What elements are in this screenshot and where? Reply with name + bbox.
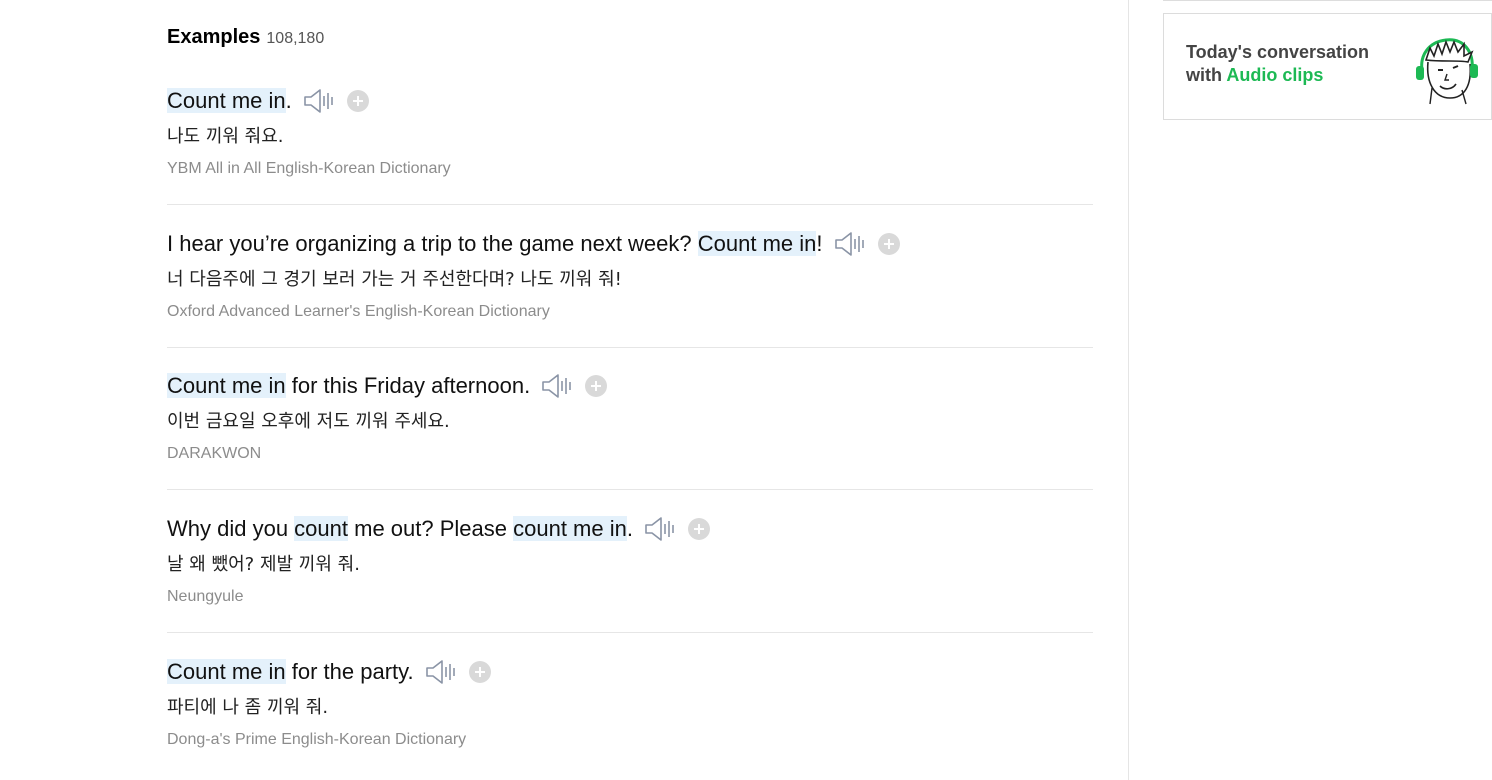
sidebar-top-border [1163,0,1492,1]
examples-count: 108,180 [266,30,325,47]
add-to-wordbook-button[interactable] [346,89,370,113]
example-translation: 날 왜 뺐어? 제발 끼워 줘. [167,554,360,575]
sentence-fragment: . [285,88,292,113]
example-source[interactable]: YBM All in All English-Korean Dictionary [167,158,1093,180]
examples-header: Examples 108,180 [167,26,324,49]
add-to-wordbook-button[interactable] [877,232,901,256]
example-sentence-text: Why did you count me out? Please count m… [167,514,633,544]
example-translation: 파티에 나 좀 끼워 줘. [167,697,329,718]
highlighted-phrase: Count me in [167,88,286,113]
column-divider [1128,0,1129,780]
plus-circle-icon [346,90,369,112]
sentence-fragment: . [626,516,633,541]
highlighted-phrase: Count me in [167,373,286,398]
example-item: Count me in for this Friday afternoon. 이번… [167,371,1093,465]
speaker-icon[interactable] [833,230,867,258]
promo-line2-accent: Audio clips [1226,65,1324,85]
sentence-fragment: for the party. [285,659,414,684]
example-sentence-text: Count me in for the party. [167,657,414,687]
promo-line2-prefix: with [1186,65,1227,85]
sentence-fragment: Why did you [167,516,295,541]
example-item: I hear you’re organizing a trip to the g… [167,229,1093,323]
add-to-wordbook-button[interactable] [687,517,711,541]
examples-title: Examples [167,26,261,48]
speaker-icon[interactable] [424,658,458,686]
highlighted-phrase: Count me in [697,231,817,256]
sentence-fragment: ! [816,231,823,256]
example-divider [167,347,1093,348]
example-translation: 나도 끼워 줘요. [167,126,284,147]
example-translation: 이번 금요일 오후에 저도 끼워 주세요. [167,411,450,432]
add-to-wordbook-button[interactable] [468,660,492,684]
example-item: Count me in. 나도 끼워 줘요. YBM All in All Engl… [167,86,1093,180]
plus-circle-icon [468,661,491,683]
plus-circle-icon [687,518,710,540]
example-sentence: I hear you’re organizing a trip to the g… [167,229,1093,259]
example-sentence: Why did you count me out? Please count m… [167,514,1093,544]
example-sentence: Count me in. [167,86,1093,116]
sentence-fragment: for this Friday afternoon. [285,373,531,398]
example-source[interactable]: Neungyule [167,586,1093,608]
example-sentence-text: I hear you’re organizing a trip to the g… [167,229,823,259]
headphones-face-icon [1416,38,1478,105]
sentence-fragment: me out? Please [348,516,514,541]
plus-circle-icon [585,375,608,397]
example-source[interactable]: DARAKWON [167,443,1093,465]
example-source[interactable]: Dong-a's Prime English-Korean Dictionary [167,729,1093,751]
audio-clips-promo[interactable]: Today's conversation with Audio clips [1163,13,1492,120]
highlighted-phrase: Count me in [167,659,286,684]
speaker-icon[interactable] [643,515,677,543]
example-translation: 너 다음주에 그 경기 보러 가는 거 주선한다며? 나도 끼워 줘! [167,269,622,290]
highlighted-phrase: count [294,516,348,541]
promo-line2: with Audio clips [1186,65,1323,86]
example-divider [167,632,1093,633]
add-to-wordbook-button[interactable] [584,374,608,398]
example-sentence: Count me in for the party. [167,657,1093,687]
speaker-icon[interactable] [302,87,336,115]
sentence-fragment: I hear you’re organizing a trip to the g… [167,231,698,256]
example-sentence-text: Count me in for this Friday afternoon. [167,371,530,401]
example-item: Count me in for the party. 파티에 나 좀 끼워 줘. D… [167,657,1093,751]
example-divider [167,489,1093,490]
plus-circle-icon [877,233,900,255]
highlighted-phrase: count me in [513,516,627,541]
example-sentence: Count me in for this Friday afternoon. [167,371,1093,401]
example-sentence-text: Count me in. [167,86,292,116]
speaker-icon[interactable] [540,372,574,400]
promo-line1: Today's conversation [1186,42,1369,62]
example-divider [167,204,1093,205]
example-source[interactable]: Oxford Advanced Learner's English-Korean… [167,301,1093,323]
example-item: Why did you count me out? Please count m… [167,514,1093,608]
